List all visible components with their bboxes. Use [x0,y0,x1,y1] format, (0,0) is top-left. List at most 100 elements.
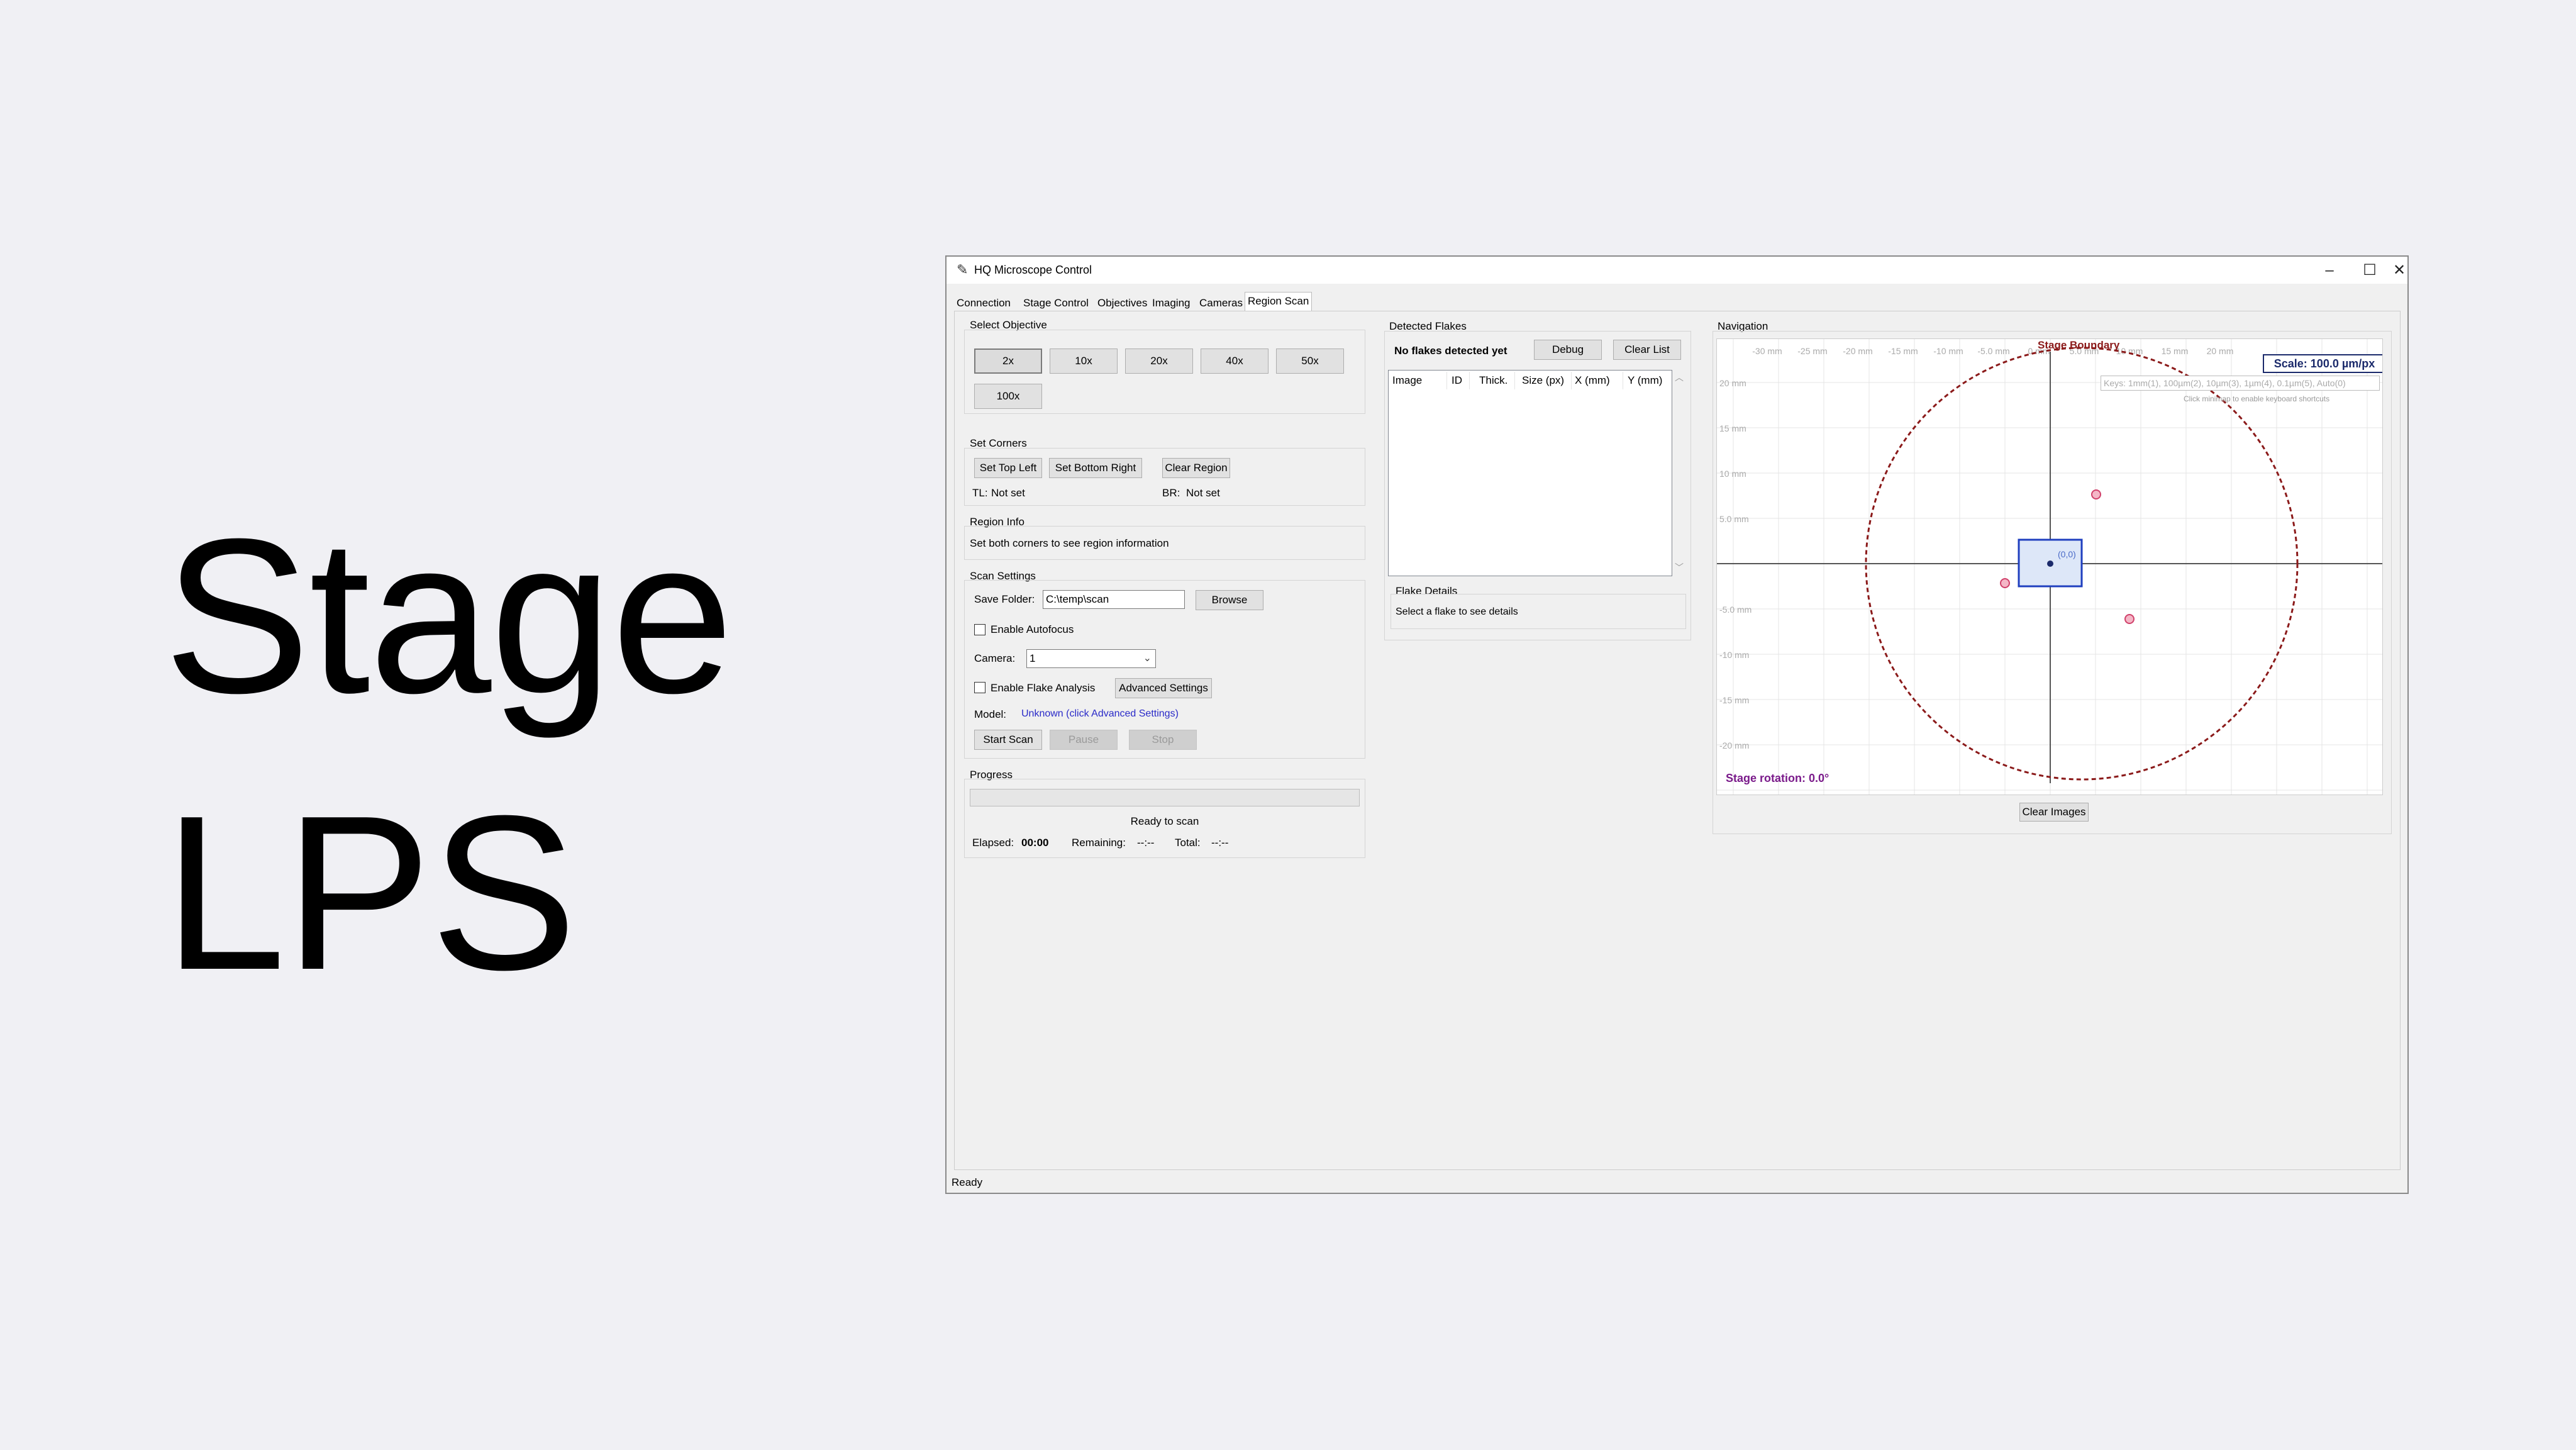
slide-title-line-1: Stage [164,493,734,739]
y-tick-label: -10 mm [1719,650,1749,660]
stage-boundary-label: Stage Boundary [2038,339,2120,351]
chevron-down-icon: ⌄ [1143,653,1152,664]
autofocus-label: Enable Autofocus [991,623,1074,635]
flake-analysis-checkbox[interactable] [974,682,985,693]
total-value: --:-- [1211,837,1229,849]
tl-label: TL: [972,487,988,499]
x-tick-label: -30 mm [1752,346,1782,356]
y-tick-label: -20 mm [1719,740,1749,750]
flake-details-text: Select a flake to see details [1396,606,1518,617]
save-folder-label: Save Folder: [974,593,1035,605]
click-hint: Click minimap to enable keyboard shortcu… [2184,394,2330,403]
remaining-label: Remaining: [1072,837,1126,849]
x-tick-label: -15 mm [1888,346,1918,356]
feather-icon: ✎ [957,262,969,277]
column-header-x[interactable]: X (mm) [1575,374,1610,387]
close-button[interactable]: ✕ [2390,257,2407,284]
column-divider [1571,372,1572,389]
remaining-value: --:-- [1137,837,1155,849]
y-tick-label: 15 mm [1719,423,1746,433]
advanced-settings-button[interactable]: Advanced Settings [1115,678,1212,698]
br-value: Not set [1186,487,1220,499]
save-folder-input[interactable]: C:\temp\scan [1043,590,1185,609]
origin-label: (0,0) [2058,549,2076,559]
x-tick-label: -5.0 mm [1977,346,2009,356]
objective-2x-button[interactable]: 2x [974,349,1042,374]
chevron-down-icon[interactable]: ﹀ [1675,561,1684,574]
column-header-id[interactable]: ID [1452,374,1462,387]
flakes-table[interactable]: Image ID Thick. Size (px) X (mm) Y (mm) [1388,370,1672,576]
column-divider [1514,372,1515,389]
minimap-graphics[interactable]: -30 mm -25 mm -20 mm -15 mm -10 mm -5.0 mm 0 m… [1717,339,2383,795]
tab-objectives[interactable]: Objectives [1097,296,1147,311]
objective-100x-button[interactable]: 100x [974,384,1042,409]
column-header-image[interactable]: Image [1392,374,1422,387]
flakes-table-scrollbar[interactable]: ︿ ﹀ [1674,370,1685,576]
tab-cameras[interactable]: Cameras [1199,296,1243,311]
stage-rotation-label: Stage rotation: 0.0° [1726,772,1829,784]
debug-button[interactable]: Debug [1534,340,1602,360]
column-header-size[interactable]: Size (px) [1522,374,1564,387]
flake-analysis-label: Enable Flake Analysis [991,682,1096,694]
elapsed-value: 00:00 [1021,837,1049,849]
maximize-button[interactable]: ☐ [2350,257,2390,284]
x-tick-label: -25 mm [1797,346,1827,356]
tl-value: Not set [991,487,1025,499]
set-top-left-button[interactable]: Set Top Left [974,458,1042,478]
y-tick-label: 10 mm [1719,469,1746,479]
elapsed-label: Elapsed: [972,837,1014,849]
total-label: Total: [1175,837,1201,849]
y-tick-label: -15 mm [1719,695,1749,705]
slide-title-line-2: LPS [164,770,577,1016]
slide-title: Stage LPS [164,478,734,1032]
objective-50x-button[interactable]: 50x [1276,349,1344,374]
tab-imaging[interactable]: Imaging [1152,296,1190,311]
autofocus-checkbox[interactable] [974,624,985,635]
stop-button[interactable]: Stop [1129,730,1197,750]
model-value-link[interactable]: Unknown (click Advanced Settings) [1021,708,1179,720]
objective-20x-button[interactable]: 20x [1125,349,1193,374]
tab-stage-control[interactable]: Stage Control [1023,296,1089,311]
x-tick-label: -10 mm [1933,346,1963,356]
keys-hint: Keys: 1mm(1), 100µm(2), 10µm(3), 1µm(4),… [2101,376,2380,391]
camera-select-value: 1 [1030,652,1036,664]
minimize-button[interactable]: – [2309,257,2350,284]
title-bar: ✎ HQ Microscope Control – ☐ ✕ [947,257,2407,284]
x-tick-label: 15 mm [2162,346,2189,356]
navigation-minimap[interactable]: -30 mm -25 mm -20 mm -15 mm -10 mm -5.0 mm 0 m… [1716,338,2383,795]
clear-region-button[interactable]: Clear Region [1162,458,1230,478]
x-tick-label: -20 mm [1843,346,1872,356]
camera-select[interactable]: 1 ⌄ [1026,649,1156,668]
column-divider [1446,372,1447,389]
position-marker [2091,489,2101,499]
column-header-thickness[interactable]: Thick. [1479,374,1507,387]
progress-bar [970,789,1360,806]
column-divider [1469,372,1470,389]
br-label: BR: [1162,487,1180,499]
column-header-y[interactable]: Y (mm) [1628,374,1662,387]
tab-region-scan[interactable]: Region Scan [1245,292,1313,311]
camera-label: Camera: [974,652,1016,664]
scale-indicator: Scale: 100.0 µm/px [2263,354,2382,373]
region-info-text: Set both corners to see region informati… [970,537,1169,549]
pause-button[interactable]: Pause [1050,730,1118,750]
progress-status: Ready to scan [1130,815,1199,827]
window-title: HQ Microscope Control [974,264,1092,276]
x-tick-label: 20 mm [2207,346,2234,356]
status-bar-text: Ready [952,1176,983,1188]
y-tick-label: 20 mm [1719,378,1746,388]
tab-connection[interactable]: Connection [957,296,1011,311]
chevron-up-icon[interactable]: ︿ [1675,371,1684,384]
objective-40x-button[interactable]: 40x [1201,349,1269,374]
start-scan-button[interactable]: Start Scan [974,730,1042,750]
objective-10x-button[interactable]: 10x [1050,349,1118,374]
model-label: Model: [974,708,1007,720]
clear-list-button[interactable]: Clear List [1613,340,1681,360]
current-position-dot [2047,560,2053,567]
set-bottom-right-button[interactable]: Set Bottom Right [1049,458,1142,478]
flakes-status: No flakes detected yet [1394,345,1507,357]
browse-button[interactable]: Browse [1196,590,1263,610]
clear-images-button[interactable]: Clear Images [2019,803,2089,822]
position-marker [2124,614,2135,624]
position-marker [2000,578,2010,588]
